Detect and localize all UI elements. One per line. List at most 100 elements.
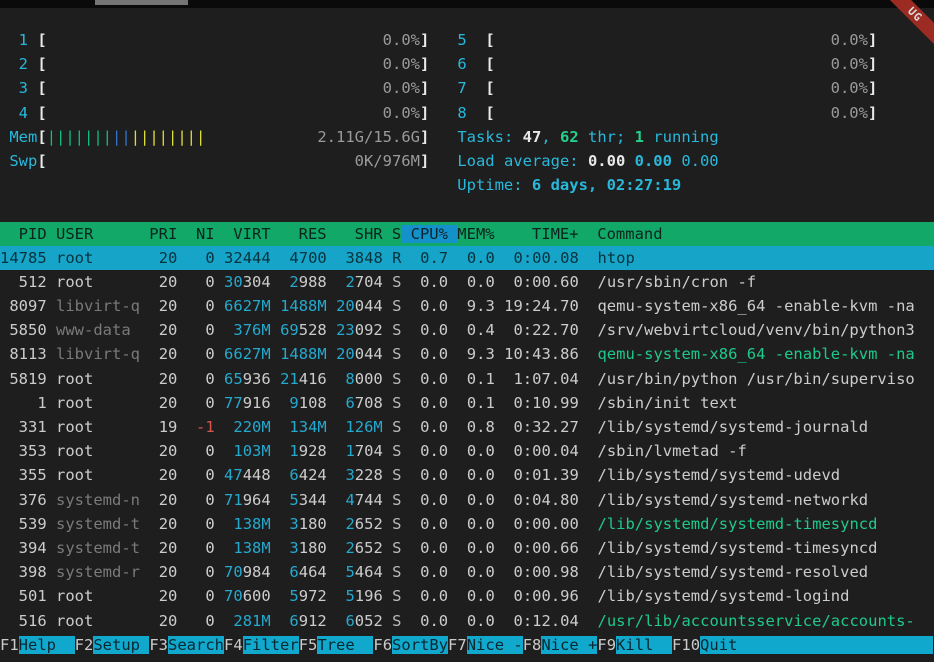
fkey-F7-label[interactable]: Nice -	[467, 636, 523, 654]
process-row[interactable]: 1 root 20 0 77916 9108 6708 S 0.0 0.1 0:…	[0, 391, 934, 415]
cell-pid: 353	[0, 442, 47, 460]
text-segment	[177, 418, 186, 436]
text-segment: ,	[541, 128, 560, 146]
text-segment	[47, 587, 56, 605]
text-segment	[271, 345, 280, 363]
fkey-F9-label[interactable]: Kill	[616, 636, 672, 654]
text-segment	[280, 612, 289, 630]
process-row[interactable]: 376 systemd-n 20 0 71964 5344 4744 S 0.0…	[0, 488, 934, 512]
cell-user: root	[56, 370, 140, 388]
fkey-F5[interactable]: F5	[299, 636, 318, 654]
text-segment	[140, 539, 149, 557]
cell-shr: 744	[355, 491, 383, 509]
cell-time: 0:22.70	[504, 321, 579, 339]
fkey-F5-label[interactable]: Tree	[317, 636, 373, 654]
header-columns-right[interactable]: MEM% TIME+ Command	[457, 225, 662, 243]
cell-virt: 444	[243, 249, 271, 267]
cell-pri: 20	[149, 321, 177, 339]
footer-filler[interactable]	[756, 636, 933, 654]
text-segment	[579, 442, 598, 460]
cell-virt: 936	[243, 370, 271, 388]
fkey-F6[interactable]: F6	[373, 636, 392, 654]
text-segment	[327, 345, 336, 363]
process-row[interactable]: 501 root 20 0 70600 5972 5196 S 0.0 0.0 …	[0, 584, 934, 608]
text-segment	[327, 539, 336, 557]
header-filler[interactable]	[663, 225, 934, 243]
load-average-label: Load average:	[457, 152, 588, 170]
cell-cpu: 0.0	[411, 394, 448, 412]
text-segment	[401, 563, 410, 581]
cell-pid: 355	[0, 466, 47, 484]
fkey-F6-label[interactable]: SortBy	[392, 636, 448, 654]
process-row[interactable]: 8113 libvirt-q 20 0 6627M 1488M 20044 S …	[0, 342, 934, 366]
process-table-header[interactable]: PID USER PRI NI VIRT RES SHR S CPU% MEM%…	[0, 222, 934, 246]
process-row[interactable]: 8097 libvirt-q 20 0 6627M 1488M 20044 S …	[0, 294, 934, 318]
fkey-F7[interactable]: F7	[448, 636, 467, 654]
fkey-F8-label[interactable]: Nice +	[541, 636, 597, 654]
text-segment	[383, 515, 392, 533]
cell-virt: 600	[243, 587, 271, 605]
tasks-label: Tasks:	[457, 128, 522, 146]
process-row[interactable]: 394 systemd-t 20 0 138M 3180 2652 S 0.0 …	[0, 536, 934, 560]
fkey-F4-label[interactable]: Filter	[243, 636, 299, 654]
fkey-F10[interactable]: F10	[672, 636, 700, 654]
text-segment	[327, 297, 336, 315]
text-segment	[271, 370, 280, 388]
fkey-F2-label[interactable]: Setup	[93, 636, 149, 654]
cell-time: 1:07.04	[504, 370, 579, 388]
fkey-F3[interactable]: F3	[149, 636, 168, 654]
text-segment	[47, 491, 56, 509]
fkey-F9[interactable]: F9	[597, 636, 616, 654]
function-key-bar[interactable]: F1Help F2Setup F3SearchF4FilterF5Tree F6…	[0, 633, 934, 657]
cell-pid: 8113	[0, 345, 47, 363]
process-row[interactable]: 355 root 20 0 47448 6424 3228 S 0.0 0.0 …	[0, 463, 934, 487]
fkey-F4[interactable]: F4	[224, 636, 243, 654]
mem-meter-label: Mem	[9, 128, 37, 146]
cell-shr: 126M	[345, 418, 382, 436]
cell-mem: 0.0	[457, 249, 494, 267]
cpu-meter-value: 0.0%	[383, 79, 420, 97]
cell-cpu: 0.0	[411, 612, 448, 630]
process-row[interactable]: 331 root 19 -1 220M 134M 126M S 0.0 0.8 …	[0, 415, 934, 439]
text-segment	[401, 345, 410, 363]
text-segment	[47, 612, 56, 630]
text-segment	[47, 539, 56, 557]
text-segment	[383, 370, 392, 388]
htop-screen[interactable]: 1 [ 0.0%] 5 [ 0.0%] 2 [ 0.0%] 6 [ 0.0%] …	[0, 8, 934, 657]
fkey-F3-label[interactable]: Search	[168, 636, 224, 654]
cell-ni: 0	[187, 515, 215, 533]
fkey-F2[interactable]: F2	[75, 636, 94, 654]
fkey-F1-label[interactable]: Help	[19, 636, 75, 654]
header-columns-left[interactable]: PID USER PRI NI VIRT RES SHR S	[0, 225, 401, 243]
text-segment	[271, 249, 280, 267]
process-row[interactable]: 5850 www-data 20 0 376M 69528 23092 S 0.…	[0, 318, 934, 342]
swap-meter-value: 0K/976M	[355, 152, 420, 170]
process-row[interactable]: 539 systemd-t 20 0 138M 3180 2652 S 0.0 …	[0, 512, 934, 536]
text-segment	[383, 418, 392, 436]
text-segment	[224, 321, 233, 339]
text-segment	[177, 442, 186, 460]
header-sort-column-cpu[interactable]: CPU%	[401, 225, 457, 243]
cell-mem: 9.3	[457, 297, 494, 315]
process-row[interactable]: 14785 root 20 0 32444 4700 3848 R 0.7 0.…	[0, 246, 934, 270]
text-segment	[579, 370, 598, 388]
process-row[interactable]: 512 root 20 0 30304 2988 2704 S 0.0 0.0 …	[0, 270, 934, 294]
text-segment	[224, 539, 233, 557]
process-row[interactable]: 5819 root 20 0 65936 21416 8000 S 0.0 0.…	[0, 367, 934, 391]
cell-shr: 8	[345, 370, 354, 388]
cell-cpu: 0.0	[411, 515, 448, 533]
process-row[interactable]: 353 root 20 0 103M 1928 1704 S 0.0 0.0 0…	[0, 439, 934, 463]
fkey-F10-label[interactable]: Quit	[700, 636, 756, 654]
meter-open-bracket: [	[37, 128, 46, 146]
cell-mem: 0.0	[457, 612, 494, 630]
fkey-F8[interactable]: F8	[523, 636, 542, 654]
cell-virt: 32	[224, 249, 243, 267]
cell-res: 972	[299, 587, 327, 605]
cell-cpu: 0.0	[411, 418, 448, 436]
fkey-F1[interactable]: F1	[0, 636, 19, 654]
text-segment	[383, 612, 392, 630]
text-segment	[215, 345, 224, 363]
process-row[interactable]: 516 root 20 0 281M 6912 6052 S 0.0 0.0 0…	[0, 609, 934, 633]
process-row[interactable]: 398 systemd-r 20 0 70984 6464 5464 S 0.0…	[0, 560, 934, 584]
text-segment	[0, 55, 19, 73]
